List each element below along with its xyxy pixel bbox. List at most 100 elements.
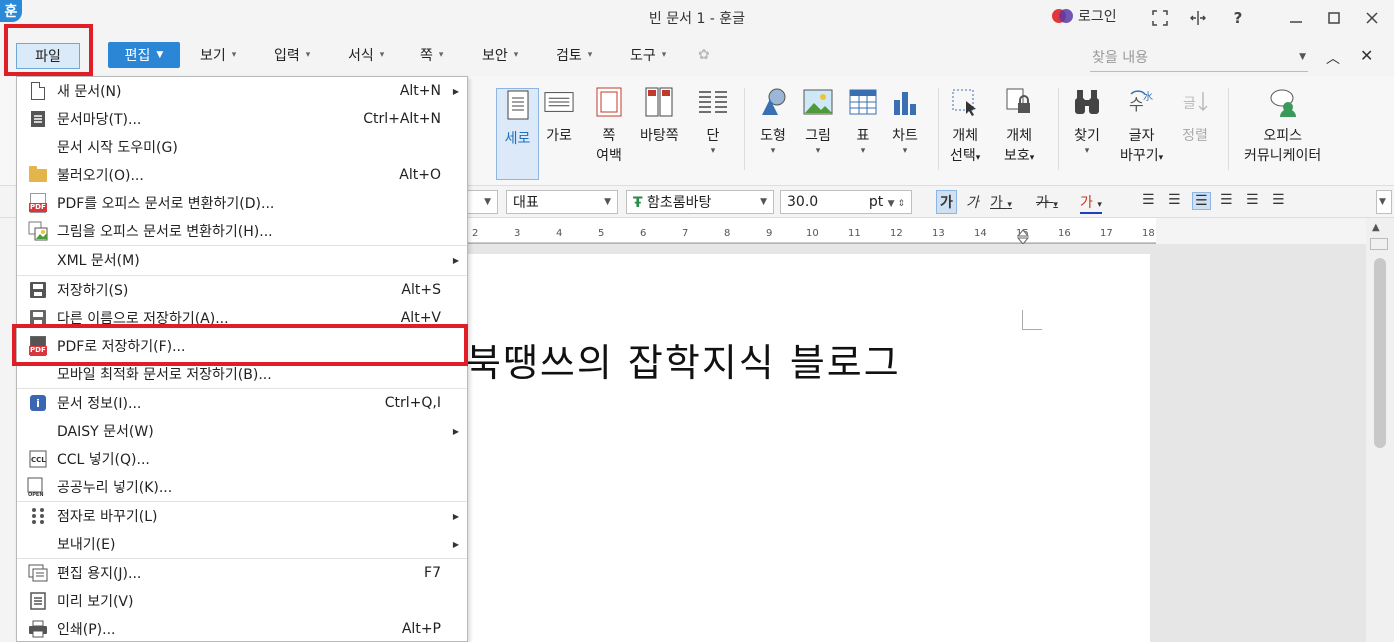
svg-text:수: 수	[1129, 95, 1144, 114]
file-menu-dropdown: 새 문서(N) Alt+N ▶ 문서마당(T)... Ctrl+Alt+N 문서…	[16, 76, 468, 642]
font-select[interactable]: Ŧ 함초롬바탕 ▼	[626, 190, 774, 214]
align-center-icon[interactable]: ☰	[1192, 192, 1211, 210]
page-setup-icon	[27, 562, 49, 584]
align-distribute-icon[interactable]: ☰	[1246, 192, 1259, 208]
login-button[interactable]: 로그인	[1052, 6, 1117, 26]
menu-file-label: 파일	[35, 49, 61, 65]
menu-item-daisy[interactable]: DAISY 문서(W) ▶	[17, 417, 467, 445]
extension-icon[interactable]: ✿	[692, 43, 716, 67]
office-communicator-label2: 커뮤니케이터	[1244, 148, 1322, 164]
replace-button[interactable]: 수水 글자 바꾸기▾	[1120, 86, 1163, 168]
shape-label: 도형	[760, 128, 786, 144]
menu-view[interactable]: 보기 ▾	[194, 43, 242, 67]
menu-item-start-wizard[interactable]: 문서 시작 도우미(G)	[17, 133, 467, 161]
align-justify-icon[interactable]: ☰	[1142, 192, 1155, 208]
menu-item-xml-document[interactable]: XML 문서(M) ▶	[17, 246, 467, 274]
paragraph-style-combo-left[interactable]: ▼	[466, 190, 498, 214]
menu-item-braille[interactable]: 점자로 바꾸기(L) ▶	[17, 502, 467, 530]
menu-format-label: 서식	[348, 48, 374, 64]
align-left-icon[interactable]: ☰	[1168, 192, 1181, 208]
object-protect-label: 개체	[1006, 128, 1033, 144]
sort-button[interactable]: 글 정렬	[1180, 86, 1210, 146]
office-communicator-button[interactable]: 오피스 커뮤니케이터	[1244, 86, 1321, 166]
template-icon	[27, 108, 49, 130]
menu-item-open[interactable]: 불러오기(O)... Alt+O	[17, 161, 467, 189]
table-button[interactable]: 표 ▾	[848, 86, 878, 156]
chevron-down-icon: ▾	[438, 50, 444, 60]
menu-item-save-as-pdf[interactable]: PDF PDF로 저장하기(F)...	[17, 332, 467, 360]
menu-page[interactable]: 쪽 ▾	[414, 43, 449, 67]
split-view-icon[interactable]	[1188, 8, 1208, 28]
document-area[interactable]: 북땡쓰의 잡학지식 블로그	[466, 244, 1366, 642]
shape-button[interactable]: 도형 ▾	[758, 86, 788, 156]
columns-button[interactable]: 단 ▾	[698, 86, 728, 156]
underline-button[interactable]: 가 ▾	[990, 192, 1012, 212]
menu-item-ccl[interactable]: CCL CCL 넣기(Q)...	[17, 445, 467, 473]
font-color-button[interactable]: 가 ▾	[1080, 192, 1102, 214]
page-margin-button[interactable]: 쪽 여백	[594, 86, 624, 166]
menu-item-preview[interactable]: 미리 보기(V)	[17, 587, 467, 615]
menu-item-save-as[interactable]: 다른 이름으로 저장하기(A)... Alt+V	[17, 304, 467, 332]
menu-item-document-info[interactable]: i 문서 정보(I)... Ctrl+Q,I	[17, 389, 467, 417]
minimize-icon[interactable]	[1286, 8, 1306, 28]
align-right-icon[interactable]: ☰	[1220, 192, 1233, 208]
chevron-down-icon: ▾	[1084, 146, 1090, 156]
scroll-split-button[interactable]	[1370, 238, 1388, 250]
picture-button[interactable]: 그림 ▾	[803, 86, 833, 156]
object-select-label: 개체	[952, 128, 979, 144]
menu-item-print[interactable]: 인쇄(P)... Alt+P	[17, 615, 467, 642]
menu-insert-label: 입력	[274, 48, 300, 64]
landscape-button[interactable]: 가로	[544, 86, 574, 146]
more-toolbar-icon[interactable]: ▼	[1376, 190, 1392, 214]
chevron-down-icon: ▾	[231, 50, 237, 60]
save-icon	[27, 279, 49, 301]
portrait-button[interactable]: 세로	[496, 88, 539, 180]
menu-item-pdf-to-office[interactable]: PDF PDF를 오피스 문서로 변환하기(D)...	[17, 189, 467, 217]
preview-icon	[27, 590, 49, 612]
menu-view-label: 보기	[200, 48, 226, 64]
close-document-icon[interactable]: ✕	[1360, 46, 1373, 65]
maximize-icon[interactable]	[1324, 8, 1344, 28]
chart-button[interactable]: 차트 ▾	[890, 86, 920, 156]
menu-item-new-document[interactable]: 새 문서(N) Alt+N ▶	[17, 77, 467, 105]
chevron-down-icon: ▼	[604, 197, 611, 207]
object-protect-button[interactable]: 개체 보호▾	[1004, 86, 1034, 168]
menu-edit[interactable]: 편집 ▼	[108, 42, 180, 68]
vertical-scrollbar[interactable]: ▲	[1366, 218, 1394, 642]
document-page[interactable]: 북땡쓰의 잡학지식 블로그	[466, 254, 1150, 642]
menu-item-image-to-office[interactable]: 그림을 오피스 문서로 변환하기(H)...	[17, 217, 467, 245]
document-body-text[interactable]: 북땡쓰의 잡학지식 블로그	[466, 332, 901, 387]
close-icon[interactable]	[1362, 8, 1382, 28]
menu-item-templates[interactable]: 문서마당(T)... Ctrl+Alt+N	[17, 105, 467, 133]
help-icon[interactable]: ?	[1228, 8, 1248, 28]
app-logo-icon[interactable]: 훈	[0, 0, 22, 22]
menu-insert[interactable]: 입력 ▾	[268, 43, 316, 67]
menu-file[interactable]: 파일	[16, 43, 80, 69]
horizontal-ruler[interactable]: 2 3 4 5 6 7 8 9 10 11 12 13 14 15 16 17 …	[466, 218, 1156, 244]
italic-button[interactable]: 가	[966, 192, 979, 212]
scroll-up-icon[interactable]: ▲	[1372, 222, 1380, 233]
style-select[interactable]: 대표 ▼	[506, 190, 618, 214]
object-select-button[interactable]: 개체 선택▾	[950, 86, 980, 168]
chevron-down-icon[interactable]: ▼	[1299, 52, 1306, 62]
menu-format[interactable]: 서식 ▾	[342, 43, 390, 67]
menu-item-save-mobile[interactable]: 모바일 최적화 문서로 저장하기(B)...	[17, 360, 467, 388]
font-size-input[interactable]: 30.0 pt ▼ ⇕	[780, 190, 912, 214]
menu-tools[interactable]: 도구 ▾	[624, 43, 672, 67]
collapse-ribbon-icon[interactable]: ︿	[1326, 48, 1340, 68]
menu-security[interactable]: 보안 ▾	[476, 43, 524, 67]
menu-item-save[interactable]: 저장하기(S) Alt+S	[17, 276, 467, 304]
find-button[interactable]: 찾기 ▾	[1072, 86, 1102, 156]
menu-item-page-setup[interactable]: 편집 용지(J)... F7	[17, 559, 467, 587]
align-split-icon[interactable]: ☰	[1272, 192, 1285, 208]
search-input[interactable]: 찾을 내용 ▼	[1090, 42, 1308, 72]
bold-button[interactable]: 가	[936, 190, 957, 214]
menu-item-label: 점자로 바꾸기(L)	[57, 509, 158, 525]
menu-review[interactable]: 검토 ▾	[550, 43, 598, 67]
master-page-button[interactable]: 바탕쪽	[640, 86, 679, 146]
fullscreen-icon[interactable]	[1150, 8, 1170, 28]
strikethrough-button[interactable]: 가 ▾	[1036, 192, 1058, 212]
menu-item-send[interactable]: 보내기(E) ▶	[17, 530, 467, 558]
menu-item-open-license[interactable]: OPEN 공공누리 넣기(K)...	[17, 473, 467, 501]
scrollbar-thumb[interactable]	[1374, 258, 1386, 448]
